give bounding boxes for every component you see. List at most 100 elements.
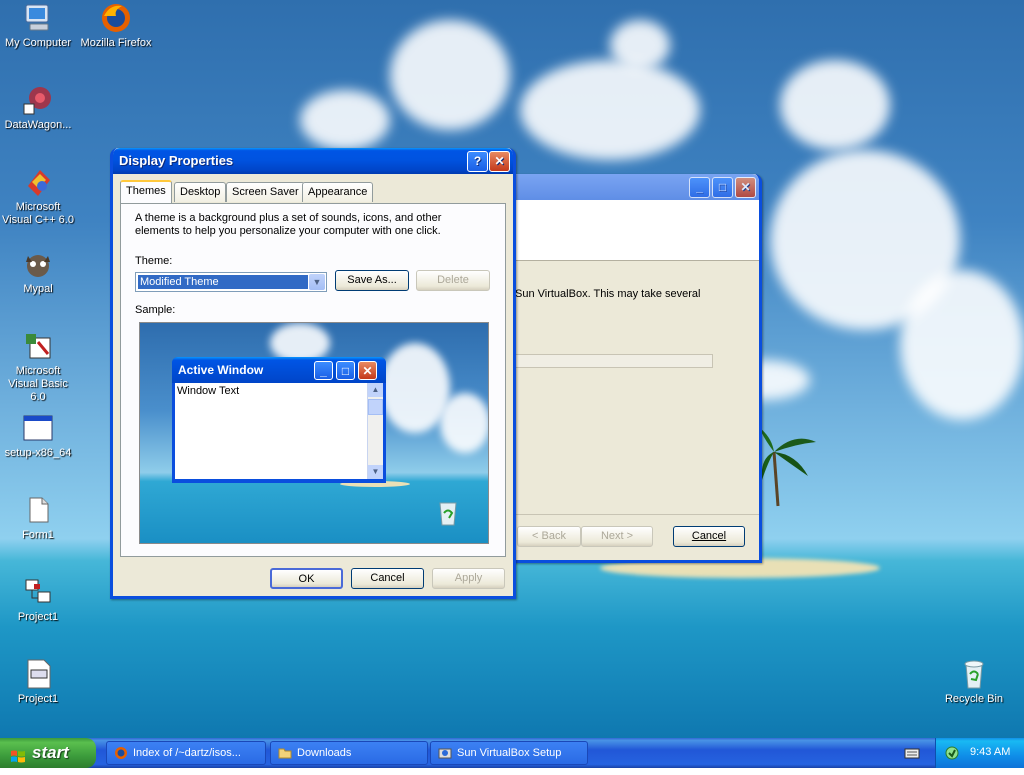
recycle-bin-icon bbox=[436, 499, 460, 527]
apply-button[interactable]: Apply bbox=[432, 568, 505, 589]
desktop-icon-visual-basic[interactable]: Microsoft Visual Basic 6.0 bbox=[0, 330, 76, 404]
keyboard-icon[interactable] bbox=[904, 746, 920, 760]
cancel-button[interactable]: Cancel bbox=[351, 568, 424, 589]
taskbar: start Index of /~dartz/isos... Downloads… bbox=[0, 738, 1024, 768]
cloud bbox=[520, 60, 700, 160]
system-tray: 9:43 AM bbox=[935, 738, 1024, 768]
scroll-thumb bbox=[368, 399, 383, 415]
datawagon-icon bbox=[22, 84, 54, 116]
setup-exe-icon bbox=[22, 412, 54, 444]
minimize-icon: _ bbox=[314, 361, 333, 380]
clock[interactable]: 9:43 AM bbox=[970, 746, 1010, 758]
tab-themes[interactable]: Themes bbox=[120, 180, 172, 203]
mypal-icon bbox=[22, 248, 54, 280]
start-label: start bbox=[32, 743, 69, 762]
tab-strip: Themes Desktop Screen Saver Appearance bbox=[120, 180, 506, 204]
desktop-icon-firefox[interactable]: Mozilla Firefox bbox=[78, 2, 154, 50]
installer-icon bbox=[438, 746, 452, 760]
windows-logo-icon bbox=[10, 745, 26, 763]
desktop-icon-visual-cpp[interactable]: Microsoft Visual C++ 6.0 bbox=[0, 166, 76, 227]
cloud bbox=[300, 90, 390, 150]
visual-cpp-icon bbox=[22, 166, 54, 198]
cancel-button[interactable]: Cancel bbox=[673, 526, 745, 547]
form-file-icon bbox=[22, 494, 54, 526]
maximize-icon: □ bbox=[336, 361, 355, 380]
dialog-title: Display Properties bbox=[119, 153, 234, 168]
vb-project-icon bbox=[22, 576, 54, 608]
display-properties-window[interactable]: Display Properties ? ✕ Themes Desktop Sc… bbox=[110, 148, 516, 599]
setup-status-text: Sun VirtualBox. This may take several bbox=[515, 288, 701, 300]
theme-select[interactable]: Modified Theme ▼ bbox=[135, 272, 327, 292]
recycle-bin-icon bbox=[958, 658, 990, 690]
cloud bbox=[440, 393, 488, 453]
desktop-icon-project1[interactable]: Project1 bbox=[0, 576, 76, 624]
desktop-icon-label: Mozilla Firefox bbox=[80, 37, 152, 49]
theme-sample-preview: Active Window _ □ ✕ Window Text ▲ ▼ bbox=[139, 322, 489, 544]
palm-tree bbox=[760, 428, 816, 507]
desktop-icon-label: Project1 bbox=[17, 693, 59, 705]
tab-appearance[interactable]: Appearance bbox=[302, 182, 374, 202]
theme-description: A theme is a background plus a set of so… bbox=[135, 212, 442, 237]
firefox-icon bbox=[100, 2, 132, 34]
desktop-icon-label: setup-x86_64 bbox=[4, 447, 72, 459]
desktop-icon-mypal[interactable]: Mypal bbox=[0, 248, 76, 296]
next-button[interactable]: Next > bbox=[581, 526, 653, 547]
close-icon: ✕ bbox=[358, 361, 377, 380]
sample-window-text: Window Text bbox=[177, 385, 240, 397]
desktop-icon-label: Project1 bbox=[17, 611, 59, 623]
desktop-icon-project1-file[interactable]: Project1 bbox=[0, 658, 76, 706]
setup-progress-bar bbox=[513, 354, 713, 368]
setup-titlebar[interactable]: _ □ ✕ bbox=[511, 174, 759, 200]
taskbar-item-label: Sun VirtualBox Setup bbox=[457, 747, 562, 759]
desktop-icon-label: Mypal bbox=[23, 283, 53, 295]
desktop-icon-label: DataWagon... bbox=[4, 119, 72, 131]
minimize-button[interactable]: _ bbox=[689, 177, 710, 198]
network-icon[interactable] bbox=[944, 745, 960, 761]
close-button[interactable]: ✕ bbox=[489, 151, 510, 172]
taskbar-item-firefox[interactable]: Index of /~dartz/isos... bbox=[106, 741, 266, 765]
taskbar-item-label: Downloads bbox=[297, 747, 352, 759]
dialog-titlebar[interactable]: Display Properties ? ✕ bbox=[113, 148, 513, 174]
save-as-button[interactable]: Save As... bbox=[335, 270, 409, 291]
setup-divider bbox=[511, 514, 759, 515]
vb-project-file-icon bbox=[22, 658, 54, 690]
desktop-icon-datawagon[interactable]: DataWagon... bbox=[0, 84, 76, 132]
desktop: My Computer Mozilla Firefox DataWagon...… bbox=[0, 0, 1024, 738]
desktop-icon-label: Microsoft Visual Basic 6.0 bbox=[8, 365, 68, 403]
desktop-icon-label: Form1 bbox=[22, 529, 54, 541]
virtualbox-setup-window[interactable]: _ □ ✕ Sun VirtualBox. This may take seve… bbox=[508, 174, 762, 563]
desktop-icon-my-computer[interactable]: My Computer bbox=[0, 2, 76, 50]
taskbar-item-virtualbox-setup[interactable]: Sun VirtualBox Setup bbox=[430, 741, 588, 765]
desktop-icon-label: Microsoft Visual C++ 6.0 bbox=[2, 201, 74, 226]
close-button[interactable]: ✕ bbox=[735, 177, 756, 198]
cloud bbox=[780, 60, 890, 150]
desktop-icon-form1[interactable]: Form1 bbox=[0, 494, 76, 542]
sample-label: Sample: bbox=[135, 304, 176, 316]
chevron-down-icon[interactable]: ▼ bbox=[309, 274, 325, 290]
back-button[interactable]: < Back bbox=[517, 526, 581, 547]
cloud bbox=[390, 20, 510, 130]
help-button[interactable]: ? bbox=[467, 151, 488, 172]
desktop-icon-label: My Computer bbox=[4, 37, 72, 49]
tab-desktop[interactable]: Desktop bbox=[174, 182, 227, 202]
maximize-button[interactable]: □ bbox=[712, 177, 733, 198]
ok-button[interactable]: OK bbox=[270, 568, 343, 589]
setup-header-panel bbox=[511, 200, 759, 261]
theme-label: Theme: bbox=[135, 255, 173, 267]
desktop-icon-recycle-bin[interactable]: Recycle Bin bbox=[936, 658, 1012, 706]
tab-screen-saver[interactable]: Screen Saver bbox=[226, 182, 305, 202]
firefox-icon bbox=[114, 746, 128, 760]
visual-basic-icon bbox=[22, 330, 54, 362]
desktop-icon-setup[interactable]: setup-x86_64 bbox=[0, 412, 76, 460]
delete-button[interactable]: Delete bbox=[416, 270, 490, 291]
scroll-up-icon: ▲ bbox=[368, 383, 383, 397]
taskbar-item-downloads[interactable]: Downloads bbox=[270, 741, 428, 765]
cloud bbox=[610, 20, 670, 70]
taskbar-item-label: Index of /~dartz/isos... bbox=[133, 747, 241, 759]
start-button[interactable]: start bbox=[0, 738, 96, 768]
sample-active-window: Active Window _ □ ✕ Window Text ▲ ▼ bbox=[172, 357, 386, 483]
desktop-icon-label: Recycle Bin bbox=[944, 693, 1004, 705]
theme-select-value: Modified Theme bbox=[138, 275, 308, 289]
themes-panel: A theme is a background plus a set of so… bbox=[120, 203, 506, 557]
my-computer-icon bbox=[22, 2, 54, 34]
